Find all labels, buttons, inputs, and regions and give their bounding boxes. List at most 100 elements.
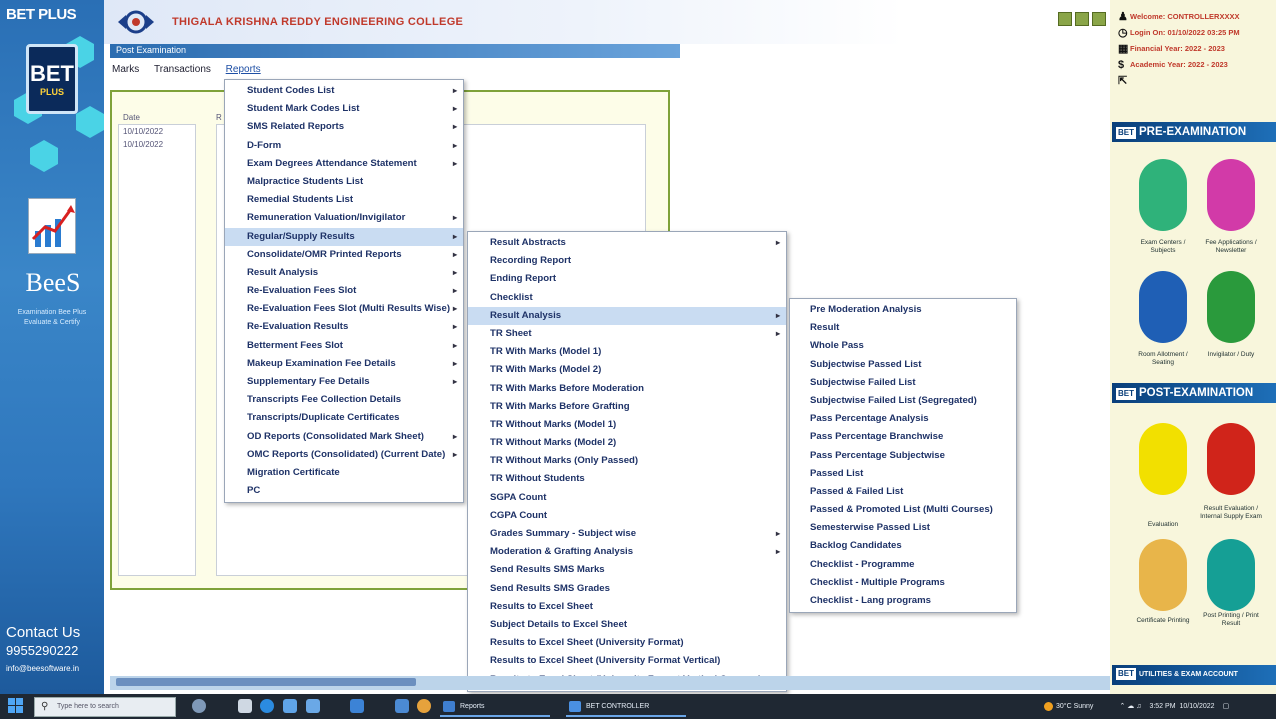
cortana-icon[interactable]: [192, 699, 206, 713]
result-analysis-menu-item[interactable]: Whole Pass: [790, 337, 1016, 355]
invigilator-label[interactable]: Invigilator / Duty: [1200, 351, 1262, 359]
result-analysis-menu-item[interactable]: Subjectwise Failed List: [790, 374, 1016, 392]
reports-menu-item[interactable]: Result Analysis ▸: [225, 264, 463, 282]
regular-supply-menu-item[interactable]: TR Sheet ▸: [468, 325, 786, 343]
regular-supply-menu-item[interactable]: Recording Report: [468, 252, 786, 270]
regular-supply-menu-item[interactable]: Ending Report: [468, 270, 786, 288]
minimize-button[interactable]: [1058, 12, 1072, 26]
restore-button[interactable]: [1075, 12, 1089, 26]
regular-supply-menu-item[interactable]: Grades Summary - Subject wise ▸: [468, 525, 786, 543]
app-icon[interactable]: [350, 699, 364, 713]
regular-supply-menu-item[interactable]: Result Abstracts ▸: [468, 234, 786, 252]
file-explorer-icon[interactable]: [306, 699, 320, 713]
result-analysis-menu-item[interactable]: Subjectwise Failed List (Segregated): [790, 392, 1016, 410]
result-analysis-menu-item[interactable]: Passed & Promoted List (Multi Courses): [790, 501, 1016, 519]
regular-supply-menu-item[interactable]: TR Without Marks (Only Passed): [468, 452, 786, 470]
regular-supply-menu-item[interactable]: Send Results SMS Marks: [468, 561, 786, 579]
reports-menu-item[interactable]: Re-Evaluation Fees Slot (Multi Results W…: [225, 300, 463, 318]
regular-supply-menu-item[interactable]: TR With Marks (Model 2): [468, 361, 786, 379]
menu-marks[interactable]: Marks: [110, 64, 141, 75]
exam-centers-label[interactable]: Exam Centers / Subjects: [1132, 239, 1194, 255]
export-icon[interactable]: ⇱: [1118, 74, 1127, 88]
taskbar-app-controller[interactable]: BET CONTROLLER: [566, 697, 686, 717]
regular-supply-menu-item[interactable]: TR Without Marks (Model 1): [468, 416, 786, 434]
regular-supply-menu-item[interactable]: TR With Marks Before Grafting: [468, 398, 786, 416]
result-analysis-menu-item[interactable]: Passed List: [790, 465, 1016, 483]
regular-supply-menu-item[interactable]: TR Without Students: [468, 470, 786, 488]
result-analysis-menu-item[interactable]: Pre Moderation Analysis: [790, 301, 1016, 319]
print-result-label[interactable]: Post Printing / Print Result: [1200, 612, 1262, 628]
reports-menu-item[interactable]: OD Reports (Consolidated Mark Sheet) ▸: [225, 428, 463, 446]
mail-icon[interactable]: [395, 699, 409, 713]
regular-supply-menu-item[interactable]: Results to Excel Sheet (University Forma…: [468, 634, 786, 652]
result-analysis-menu-item[interactable]: Result: [790, 319, 1016, 337]
reports-menu-item[interactable]: Regular/Supply Results ▸: [225, 227, 463, 246]
notification-icon[interactable]: ▢: [1223, 703, 1230, 710]
reports-menu-item[interactable]: Supplementary Fee Details ▸: [225, 373, 463, 391]
tray-icons[interactable]: ⌃ ☁ ♫: [1119, 703, 1141, 710]
room-allotment-icon[interactable]: [1139, 271, 1187, 343]
reports-menu-item[interactable]: Malpractice Students List: [225, 173, 463, 191]
certificate-printing-icon[interactable]: [1139, 539, 1187, 611]
reports-menu-item[interactable]: D-Form ▸: [225, 137, 463, 155]
fee-applications-icon[interactable]: [1207, 159, 1255, 231]
result-analysis-menu-item[interactable]: Checklist - Multiple Programs: [790, 574, 1016, 592]
menu-transactions[interactable]: Transactions: [152, 64, 213, 75]
contact-email[interactable]: info@beesoftware.in: [6, 660, 102, 678]
result-analysis-menu-item[interactable]: Passed & Failed List: [790, 483, 1016, 501]
reports-menu-item[interactable]: SMS Related Reports ▸: [225, 118, 463, 136]
result-analysis-menu-item[interactable]: Pass Percentage Subjectwise: [790, 447, 1016, 465]
windows-start-button[interactable]: [8, 698, 24, 714]
reports-menu-item[interactable]: Remuneration Valuation/Invigilator ▸: [225, 209, 463, 227]
result-evaluation-label[interactable]: Result Evaluation / Internal Supply Exam: [1200, 505, 1262, 521]
result-analysis-menu-item[interactable]: Pass Percentage Analysis: [790, 410, 1016, 428]
exam-centers-icon[interactable]: [1139, 159, 1187, 231]
print-result-icon[interactable]: [1207, 539, 1255, 611]
reports-menu-item[interactable]: PC: [225, 482, 463, 500]
regular-supply-menu-item[interactable]: Checklist: [468, 289, 786, 307]
regular-supply-menu-item[interactable]: TR Without Marks (Model 2): [468, 434, 786, 452]
reports-menu-item[interactable]: OMC Reports (Consolidated) (Current Date…: [225, 446, 463, 464]
certificate-printing-label[interactable]: Certificate Printing: [1132, 617, 1194, 625]
result-analysis-menu-item[interactable]: Subjectwise Passed List: [790, 356, 1016, 374]
evaluation-icon[interactable]: [1139, 423, 1187, 495]
chrome-icon[interactable]: [417, 699, 431, 713]
evaluation-label[interactable]: Evaluation: [1132, 521, 1194, 529]
result-analysis-menu-item[interactable]: Checklist - Lang programs: [790, 592, 1016, 610]
reports-menu-item[interactable]: Student Mark Codes List ▸: [225, 100, 463, 118]
store-icon[interactable]: [283, 699, 297, 713]
regular-supply-menu-item[interactable]: Result Analysis ▸: [468, 306, 786, 325]
fee-applications-label[interactable]: Fee Applications / Newsletter: [1200, 239, 1262, 255]
regular-supply-menu-item[interactable]: Moderation & Grafting Analysis ▸: [468, 543, 786, 561]
reports-menu-item[interactable]: Remedial Students List: [225, 191, 463, 209]
list-item[interactable]: 10/10/2022: [119, 138, 195, 151]
reports-menu-item[interactable]: Transcripts Fee Collection Details: [225, 391, 463, 409]
result-analysis-menu-item[interactable]: Checklist - Programme: [790, 556, 1016, 574]
taskbar-search-input[interactable]: ⚲ Type here to search: [34, 697, 176, 717]
utilities-header[interactable]: BET UTILITIES & EXAM ACCOUNT: [1112, 665, 1276, 685]
regular-supply-menu-item[interactable]: Results to Excel Sheet: [468, 598, 786, 616]
reports-menu-item[interactable]: Re-Evaluation Results ▸: [225, 318, 463, 336]
reports-menu-item[interactable]: Migration Certificate: [225, 464, 463, 482]
reports-menu-item[interactable]: Transcripts/Duplicate Certificates: [225, 409, 463, 427]
session-export[interactable]: ⇱: [1118, 74, 1270, 90]
regular-supply-menu-item[interactable]: SGPA Count: [468, 489, 786, 507]
reports-menu-item[interactable]: Consolidate/OMR Printed Reports ▸: [225, 246, 463, 264]
taskbar-app-reports[interactable]: Reports: [440, 697, 550, 717]
regular-supply-menu-item[interactable]: Results to Excel Sheet (University Forma…: [468, 652, 786, 670]
regular-supply-menu-item[interactable]: Subject Details to Excel Sheet: [468, 616, 786, 634]
edge-icon[interactable]: [260, 699, 274, 713]
regular-supply-menu-item[interactable]: Send Results SMS Grades: [468, 580, 786, 598]
result-evaluation-icon[interactable]: [1207, 423, 1255, 495]
weather-text[interactable]: 30°C Sunny: [1056, 703, 1093, 710]
clock-date[interactable]: 10/10/2022: [1180, 703, 1215, 710]
invigilator-icon[interactable]: [1207, 271, 1255, 343]
weather-icon[interactable]: [1044, 701, 1053, 711]
reports-menu-item[interactable]: Re-Evaluation Fees Slot ▸: [225, 282, 463, 300]
result-analysis-menu-item[interactable]: Pass Percentage Branchwise: [790, 428, 1016, 446]
menu-reports[interactable]: Reports: [224, 64, 263, 75]
result-analysis-menu-item[interactable]: Backlog Candidates: [790, 537, 1016, 555]
reports-menu-item[interactable]: Student Codes List ▸: [225, 82, 463, 100]
regular-supply-menu-item[interactable]: TR With Marks Before Moderation: [468, 380, 786, 398]
reports-menu-item[interactable]: Betterment Fees Slot ▸: [225, 337, 463, 355]
